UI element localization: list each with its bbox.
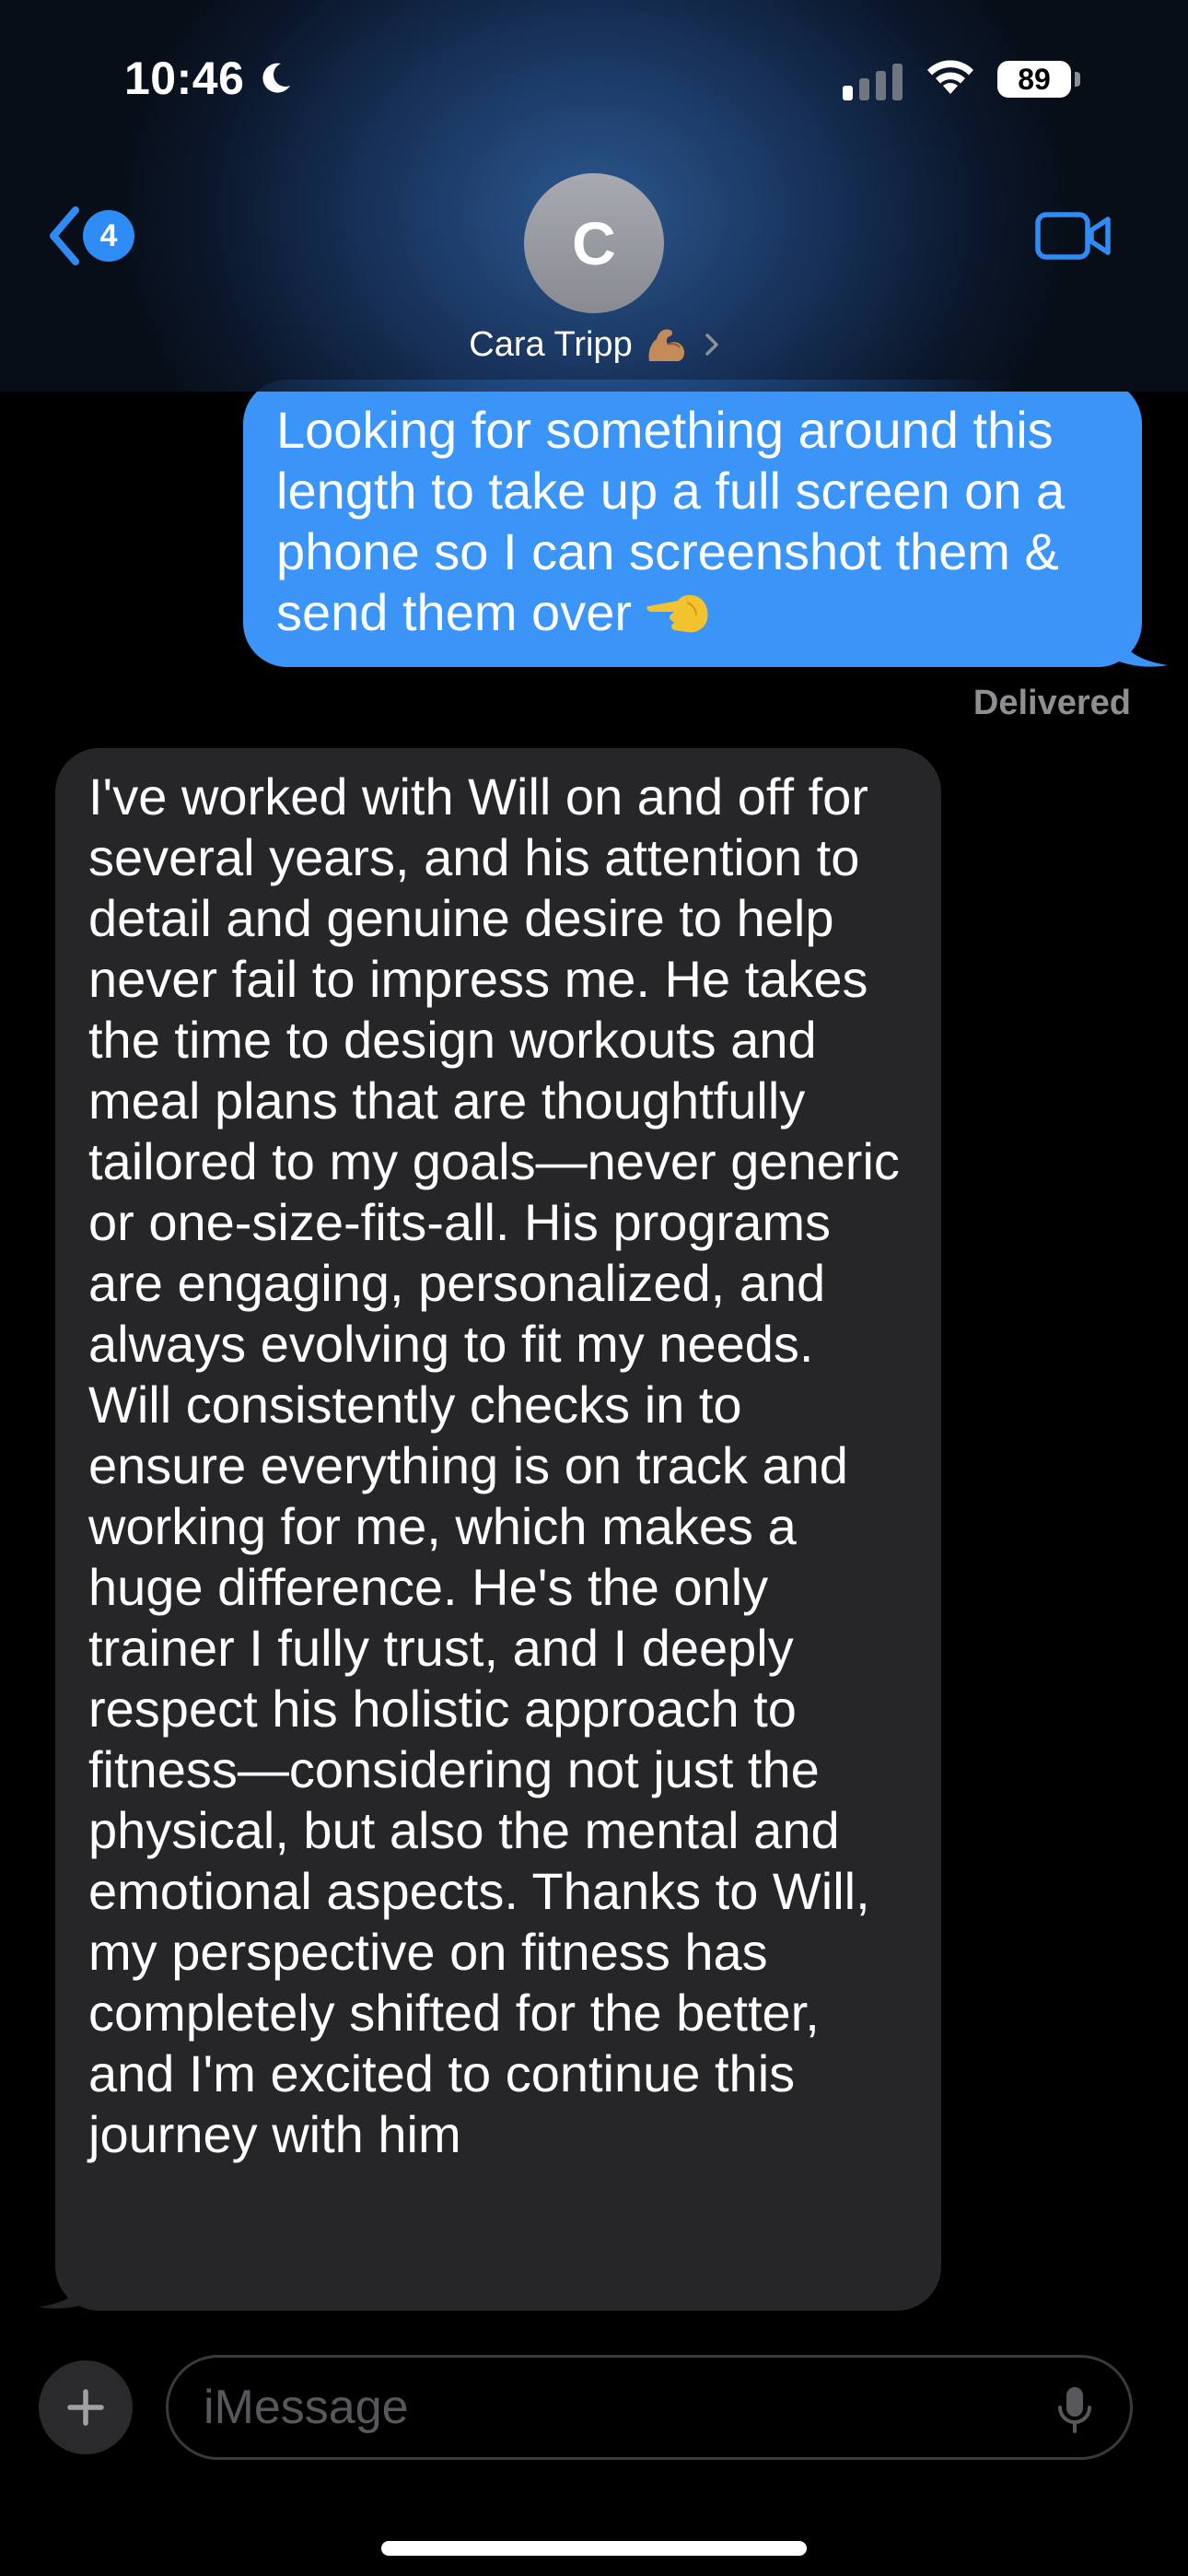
pointing-left-hand-icon: [646, 594, 708, 633]
status-time: 10:46: [124, 52, 294, 105]
outgoing-bubble-tail: [1114, 626, 1168, 667]
message-input-field[interactable]: [166, 2355, 1133, 2460]
outgoing-message-bubble[interactable]: Looking for something around this length…: [243, 380, 1142, 667]
chevron-left-icon: [50, 206, 79, 265]
battery-percent: 89: [1018, 62, 1051, 96]
avatar-initial: C: [572, 209, 616, 277]
cellular-signal-icon: [843, 64, 903, 100]
wifi-icon: [927, 60, 973, 94]
contact-name: Cara Tripp: [469, 324, 633, 364]
delivery-status: Delivered: [973, 684, 1131, 722]
battery-cap: [1075, 72, 1080, 87]
unread-count-badge: 4: [83, 210, 134, 262]
apps-plus-button[interactable]: [39, 2360, 133, 2454]
incoming-bubble-tail: [39, 2268, 92, 2309]
status-time-text: 10:46: [124, 53, 245, 104]
flexed-biceps-icon: [648, 329, 684, 361]
message-input[interactable]: [204, 2380, 1014, 2435]
contact-avatar[interactable]: C: [524, 173, 664, 313]
incoming-message-bubble[interactable]: I've worked with Will on and off for sev…: [55, 748, 941, 2311]
microphone-icon[interactable]: [1056, 2385, 1093, 2435]
home-indicator[interactable]: [381, 2541, 807, 2556]
battery-indicator: 89: [997, 61, 1071, 98]
video-camera-icon[interactable]: [1034, 210, 1112, 262]
contact-name-row[interactable]: Cara Tripp: [0, 324, 1188, 365]
conversation-header: 10:46 89 4 C Cara Tripp: [0, 0, 1188, 392]
back-button[interactable]: 4: [44, 205, 134, 267]
moon-icon: [262, 63, 291, 93]
messages-screen: 10:46 89 4 C Cara Tripp Looking for some…: [0, 0, 1188, 2576]
plus-icon: [67, 2389, 104, 2426]
incoming-message-text: I've worked with Will on and off for sev…: [88, 767, 900, 2163]
chevron-right-icon: [705, 334, 718, 356]
